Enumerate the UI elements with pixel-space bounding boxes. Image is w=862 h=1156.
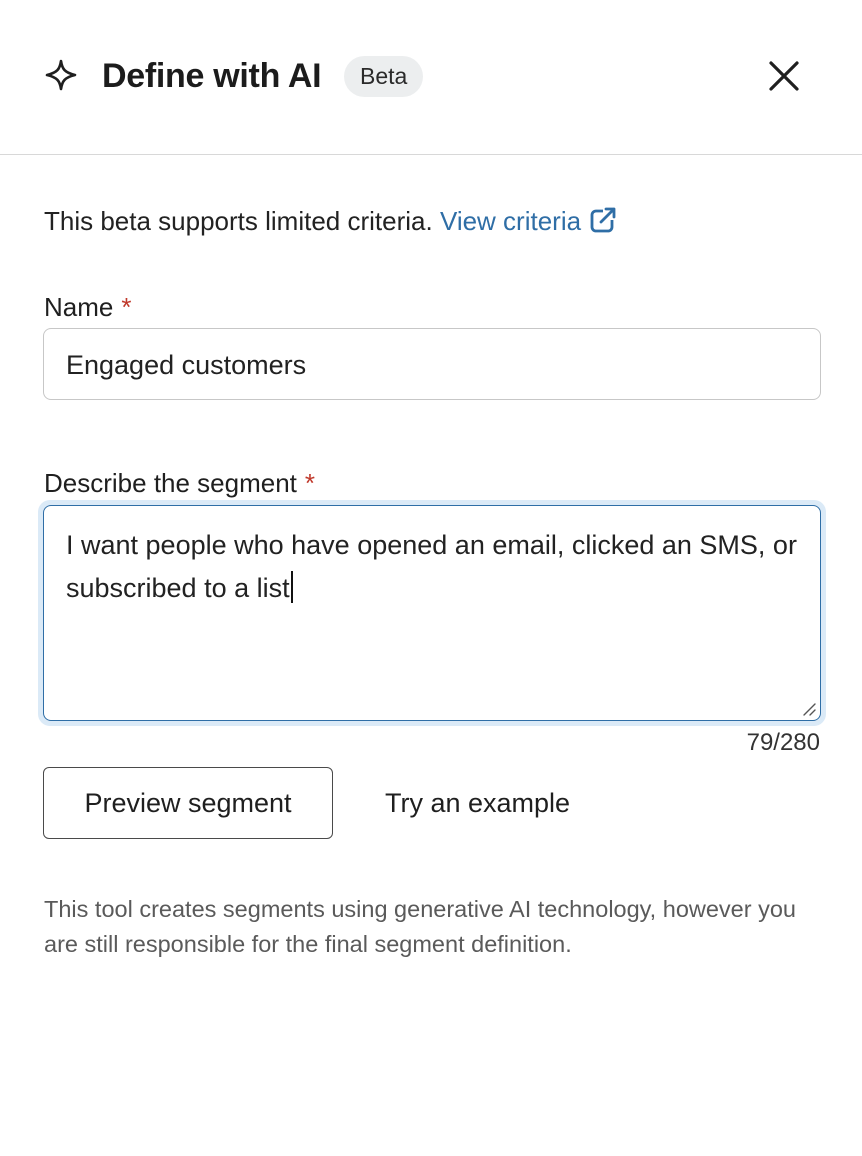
view-criteria-label[interactable]: View criteria [440,206,581,236]
define-with-ai-panel: Define with AI Beta This beta supports l… [0,0,862,1156]
ai-disclaimer: This tool creates segments using generat… [44,896,796,957]
required-marker: * [121,292,132,322]
beta-badge: Beta [344,56,424,97]
panel-header: Define with AI Beta [0,0,862,155]
name-input[interactable]: Engaged customers [43,328,821,400]
name-label: Name * [44,290,131,324]
external-link-icon[interactable] [589,206,618,234]
sparkle-icon [45,59,77,91]
description-label-text: Describe the segment [44,468,297,498]
description-text[interactable]: I want people who have opened an email, … [66,530,797,603]
description-label: Describe the segment * [44,466,315,500]
criteria-notice: This beta supports limited criteria. Vie… [44,204,618,238]
criteria-notice-text: This beta supports limited criteria. [44,206,433,236]
name-label-text: Name [44,292,114,322]
description-focus-ring: I want people who have opened an email, … [38,500,826,726]
panel-title: Define with AI [102,57,322,95]
resize-handle-icon[interactable] [800,700,816,716]
preview-segment-button[interactable]: Preview segment [43,767,333,839]
text-caret [290,571,293,603]
character-counter: 79/280 [746,729,820,756]
description-textarea[interactable]: I want people who have opened an email, … [43,505,821,721]
try-example-button[interactable]: Try an example [360,767,595,839]
close-icon[interactable] [762,54,806,98]
view-criteria-link[interactable]: View criteria [440,206,618,236]
required-marker: * [304,468,316,498]
